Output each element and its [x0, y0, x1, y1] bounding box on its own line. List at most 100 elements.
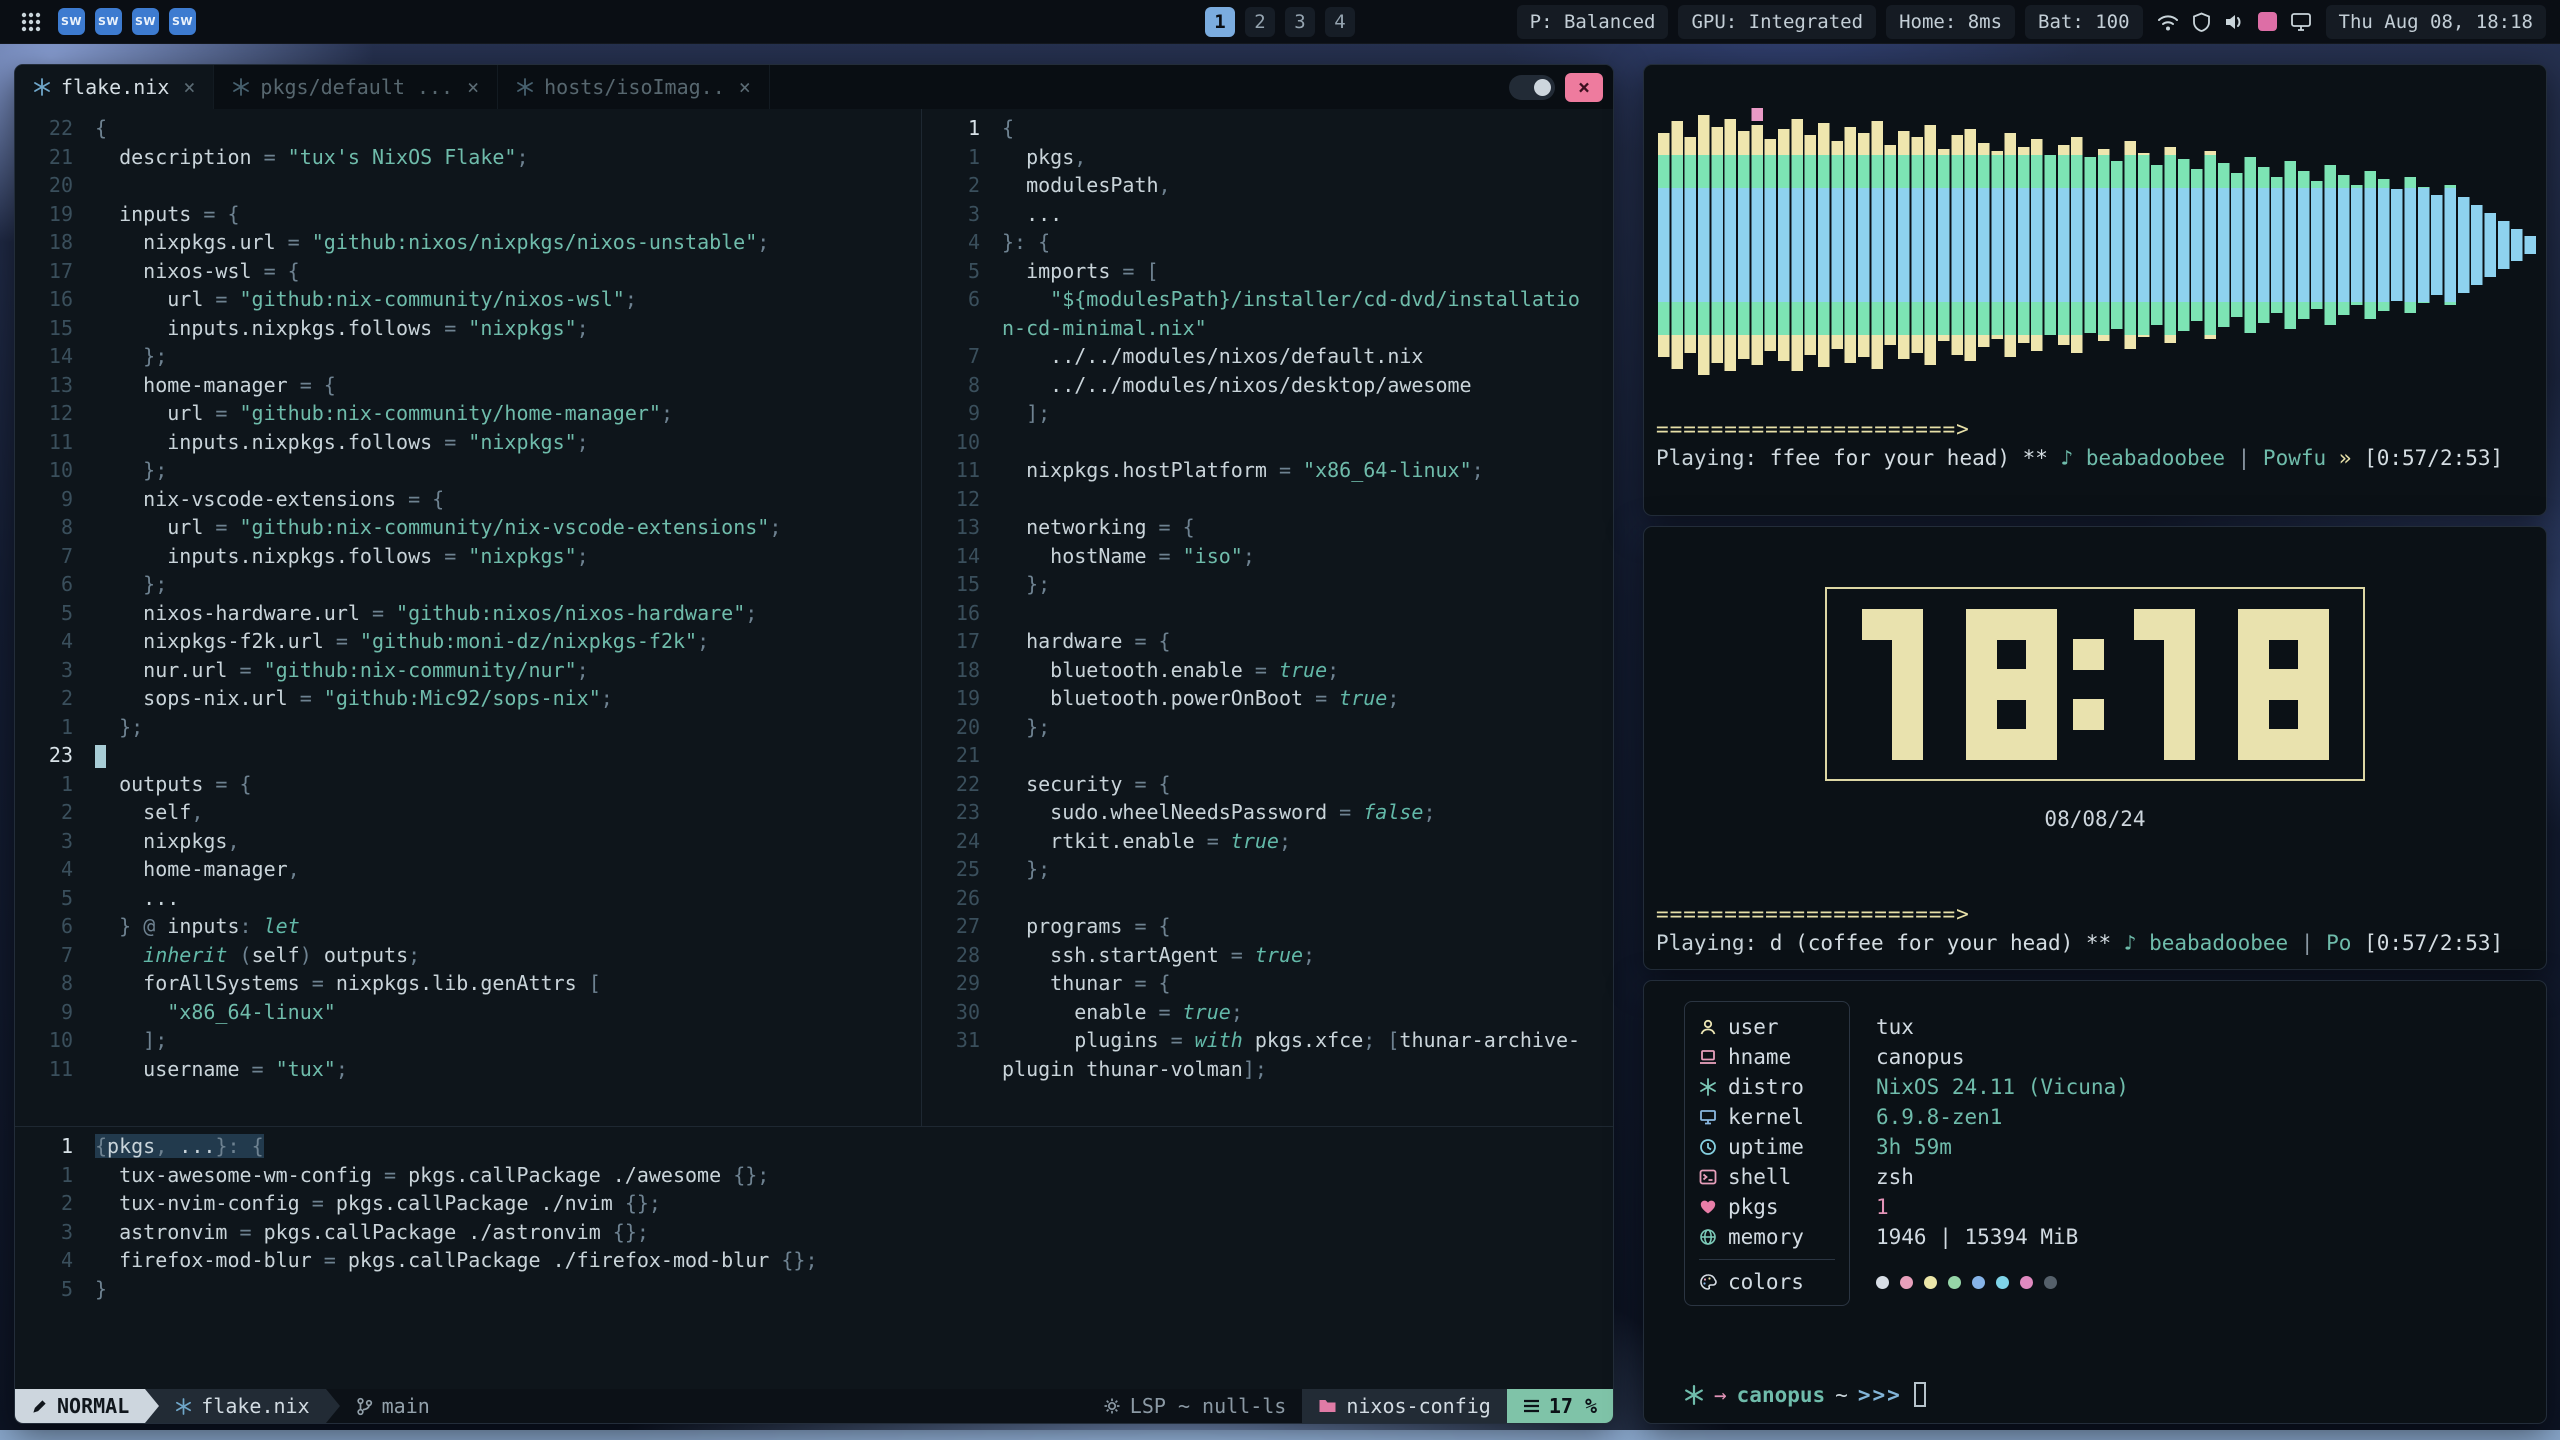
code-text: ];: [95, 1028, 167, 1052]
shell-prompt[interactable]: → canopus ~ >>>: [1684, 1382, 2520, 1407]
palette-dot: [1876, 1276, 1889, 1289]
clock-display: [1825, 587, 2365, 781]
code-line: 29 thunar = {: [922, 969, 1613, 998]
tab-close-icon[interactable]: ×: [739, 75, 751, 99]
palette-dot: [1900, 1276, 1913, 1289]
code-text: hostName = "iso";: [1002, 544, 1255, 568]
code-line: 22 security = {: [922, 770, 1613, 799]
editor-pane-flake[interactable]: 22{21 description = "tux's NixOS Flake";…: [15, 109, 921, 1126]
workspace-3-button[interactable]: 3: [1285, 7, 1315, 37]
visualizer-bar: [1978, 143, 1990, 155]
visualizer-bar: [1898, 335, 1910, 359]
tag-3-button[interactable]: SW: [132, 8, 159, 35]
app-launcher-icon[interactable]: [14, 11, 48, 33]
code-text: imports = [: [1002, 259, 1159, 283]
fetch-label: memory: [1728, 1225, 1804, 1249]
music-visualizer-window[interactable]: ======================> Playing: ffee fo…: [1643, 64, 2547, 516]
workspace-4-button[interactable]: 4: [1325, 7, 1355, 37]
code-line: 23: [15, 741, 921, 770]
code-text: description = "tux's NixOS Flake";: [95, 145, 529, 169]
workspace-2-button[interactable]: 2: [1245, 7, 1275, 37]
visualizer-bar: [2444, 302, 2456, 305]
code-line: 16 url = "github:nix-community/nixos-wsl…: [15, 285, 921, 314]
visualizer-bar: [1871, 155, 1883, 188]
visualizer-bar: [2351, 185, 2363, 188]
tag-4-button[interactable]: SW: [169, 8, 196, 35]
fetch-row-hname: hname: [1699, 1042, 1849, 1072]
fetch-row-user: user: [1699, 1012, 1849, 1042]
visualizer-bar: [1938, 149, 1950, 155]
code-line: 1 pkgs,: [922, 143, 1613, 172]
line-number: 6: [922, 287, 980, 311]
tab-pkgs-default[interactable]: pkgs/default ... ×: [214, 65, 498, 109]
wifi-icon[interactable]: [2157, 12, 2179, 32]
fetch-window[interactable]: user hname distro kernel: [1643, 980, 2547, 1424]
line-number: 7: [15, 544, 73, 568]
visualizer-bar: [1751, 155, 1763, 188]
shield-icon[interactable]: [2192, 12, 2211, 32]
visualizer-bar: [1685, 188, 1697, 302]
visualizer-bar: [2045, 302, 2057, 335]
line-number: 16: [15, 287, 73, 311]
visualizer-bar: [2098, 155, 2110, 188]
visualizer-bar: [1885, 188, 1897, 302]
visualizer-bar: [2005, 302, 2017, 335]
tag-1-button[interactable]: SW: [58, 8, 85, 35]
song-title: ffee for your head) **: [1757, 446, 2060, 470]
visualizer-bar: [1858, 155, 1870, 188]
visualizer-bar: [1951, 155, 1963, 188]
line-number: 5: [15, 601, 73, 625]
visualizer-bar: [1831, 335, 1843, 349]
visualizer-bar: [2471, 205, 2483, 285]
editor-pane-pkgs-default[interactable]: 1{pkgs, ...}: {1 tux-awesome-wm-config =…: [15, 1127, 1613, 1389]
volume-icon[interactable]: [2224, 12, 2245, 32]
code-line: 11 inputs.nixpkgs.follows = "nixpkgs";: [15, 428, 921, 457]
visualizer-bar: [1805, 135, 1817, 155]
code-text: pkgs,: [1002, 145, 1086, 169]
power-profile-widget: P: Balanced: [1517, 5, 1669, 39]
track-time: [0:57/2:53]: [2364, 446, 2503, 470]
visualizer-bar: [1751, 335, 1763, 365]
visualizer-bar: [2151, 165, 2163, 188]
tab-label: hosts/isoImag..: [544, 75, 725, 99]
workspace-1-button[interactable]: 1: [1205, 7, 1235, 37]
tab-hosts-isoimage[interactable]: hosts/isoImag.. ×: [498, 65, 770, 109]
line-number: 15: [15, 316, 73, 340]
buffer-close-button[interactable]: ×: [1565, 73, 1603, 102]
visualizer-bar: [2298, 302, 2310, 319]
scroll-percent-label: 17 %: [1549, 1394, 1597, 1418]
pen-icon: [31, 1398, 48, 1415]
visualizer-bar: [1658, 335, 1670, 357]
tab-close-icon[interactable]: ×: [467, 75, 479, 99]
chevron-icon: »: [2339, 446, 2364, 470]
git-branch-segment: main: [340, 1389, 446, 1423]
editor-pane-isoimage[interactable]: 1{1 pkgs,2 modulesPath,3 ...4}: {5 impor…: [922, 109, 1613, 1126]
color-picker-tray-icon[interactable]: [2258, 12, 2277, 31]
visualizer-bar: [2165, 188, 2177, 302]
visualizer-bar: [2018, 302, 2030, 335]
scroll-percent-segment: 17 %: [1507, 1389, 1613, 1423]
user-icon: [1699, 1018, 1717, 1036]
visualizer-bar: [2031, 335, 2043, 351]
visualizer-bar: [2431, 195, 2443, 295]
visualizer-bar: [2111, 302, 2123, 329]
tag-2-button[interactable]: SW: [95, 8, 122, 35]
visualizer-bar: [2311, 188, 2323, 302]
buffer-toggle-switch[interactable]: [1509, 75, 1555, 100]
display-tray-icon[interactable]: [2290, 12, 2312, 32]
visualizer-bar: [2098, 188, 2110, 302]
visualizer-bar: [2165, 155, 2177, 188]
line-number: 13: [15, 373, 73, 397]
artist-name-2: Po: [2314, 931, 2365, 955]
visualizer-bar: [2338, 188, 2350, 302]
neovim-window[interactable]: flake.nix × pkgs/default ... × hosts/iso…: [14, 64, 1614, 1424]
visualizer-bar: [2364, 188, 2376, 302]
line-number: 2: [922, 173, 980, 197]
code-text: } @ inputs: let: [95, 914, 300, 938]
tab-close-icon[interactable]: ×: [183, 75, 195, 99]
tab-flake-nix[interactable]: flake.nix ×: [15, 65, 214, 109]
code-line: 20 };: [922, 713, 1613, 742]
clock-window[interactable]: 08/08/24 ======================> Playing…: [1643, 526, 2547, 970]
line-number: 3: [922, 202, 980, 226]
spacer: [1876, 1252, 2129, 1267]
